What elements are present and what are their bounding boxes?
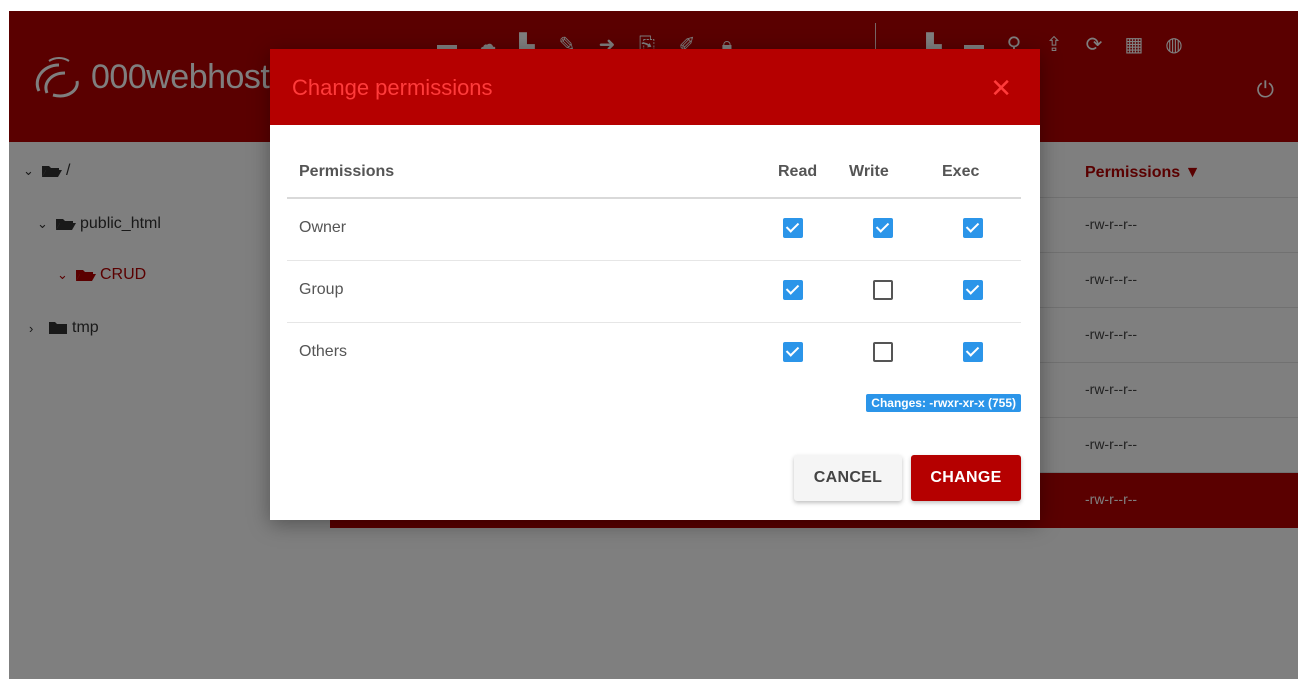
column-header-write: Write xyxy=(849,163,889,180)
close-icon[interactable]: ✕ xyxy=(990,75,1012,101)
permission-row-others: Others xyxy=(287,323,1021,384)
others-read-checkbox[interactable] xyxy=(783,342,803,362)
change-permissions-dialog: Change permissions ✕ Permissions Read Wr… xyxy=(270,49,1040,520)
row-label: Others xyxy=(299,343,348,360)
group-write-checkbox[interactable] xyxy=(873,280,893,300)
permission-row-group: Group xyxy=(287,261,1021,323)
group-read-checkbox[interactable] xyxy=(783,280,803,300)
changes-badge: Changes: -rwxr-xr-x (755) xyxy=(866,394,1021,412)
row-label: Group xyxy=(299,281,344,298)
others-write-checkbox[interactable] xyxy=(873,342,893,362)
page-margin-left xyxy=(0,0,9,679)
cancel-button[interactable]: CANCEL xyxy=(794,455,902,501)
owner-read-checkbox[interactable] xyxy=(783,218,803,238)
group-exec-checkbox[interactable] xyxy=(963,280,983,300)
others-exec-checkbox[interactable] xyxy=(963,342,983,362)
dialog-header: Change permissions ✕ xyxy=(270,49,1040,125)
permission-row-owner: Owner xyxy=(287,199,1021,261)
row-label: Owner xyxy=(299,219,347,236)
column-header-exec: Exec xyxy=(942,163,980,180)
column-header-read: Read xyxy=(778,163,818,180)
dialog-title: Change permissions xyxy=(292,75,493,100)
column-header-permissions: Permissions xyxy=(299,163,395,180)
owner-exec-checkbox[interactable] xyxy=(963,218,983,238)
page-margin-top xyxy=(0,0,1298,11)
change-button[interactable]: CHANGE xyxy=(911,455,1021,501)
owner-write-checkbox[interactable] xyxy=(873,218,893,238)
